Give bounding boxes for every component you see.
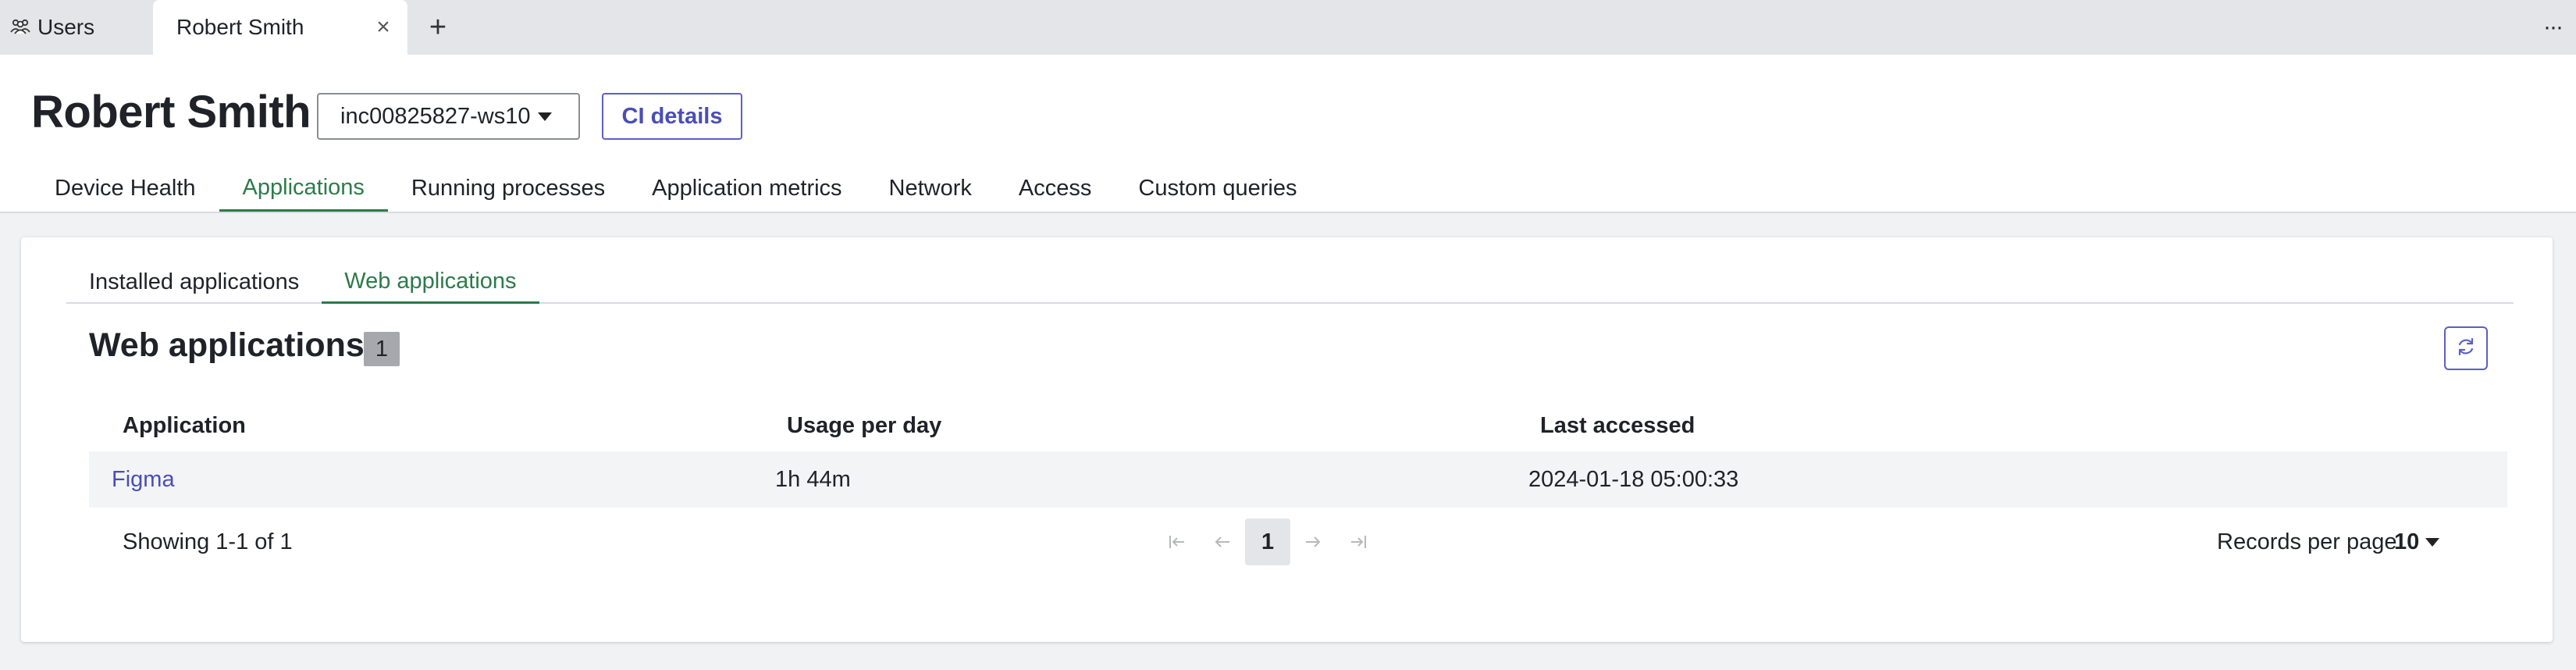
tab-application-metrics[interactable]: Application metrics	[628, 166, 865, 212]
web-applications-card: Installed applications Web applications …	[21, 237, 2553, 642]
tab-applications[interactable]: Applications	[219, 166, 388, 212]
tab-device-health[interactable]: Device Health	[31, 166, 219, 212]
tab-users[interactable]: Users	[9, 0, 110, 55]
first-page-icon[interactable]	[1155, 519, 1200, 565]
tab-custom-queries[interactable]: Custom queries	[1115, 166, 1320, 212]
page-title: Robert Smith	[31, 87, 311, 137]
page-header: Robert Smith inc00825827-ws10 CI details…	[0, 55, 2576, 213]
column-header-application[interactable]: Application	[123, 400, 246, 451]
page-1-button[interactable]: 1	[1245, 519, 1290, 565]
plus-icon[interactable]: +	[423, 12, 453, 42]
last-accessed-cell: 2024-01-18 05:00:33	[1528, 466, 1739, 492]
pagination: 1	[1155, 519, 1381, 565]
subtab-installed-applications[interactable]: Installed applications	[66, 261, 322, 304]
column-header-last-accessed[interactable]: Last accessed	[1540, 400, 1695, 451]
tab-users-label: Users	[37, 15, 95, 39]
more-horizontal-icon[interactable]: ···	[2537, 16, 2568, 39]
next-page-icon[interactable]	[1290, 519, 1336, 565]
tab-robert-smith-label: Robert Smith	[176, 15, 304, 39]
users-icon	[9, 15, 31, 40]
usage-per-day-cell: 1h 44m	[775, 466, 851, 492]
previous-page-icon[interactable]	[1200, 519, 1245, 565]
caret-down-icon	[538, 112, 553, 121]
tab-access[interactable]: Access	[995, 166, 1115, 212]
close-icon[interactable]: ×	[373, 16, 393, 39]
tab-robert-smith[interactable]: Robert Smith ×	[153, 0, 407, 55]
table-footer: Showing 1-1 of 1 1 Records per page 10	[89, 519, 2507, 565]
table-header: Application Usage per day Last accessed	[89, 400, 2507, 451]
ci-details-button[interactable]: CI details	[602, 93, 742, 140]
table-row: Figma 1h 44m 2024-01-18 05:00:33	[89, 451, 2507, 508]
refresh-icon	[2455, 336, 2477, 362]
web-applications-table: Application Usage per day Last accessed …	[89, 400, 2507, 508]
records-per-page-label: Records per page	[2217, 529, 2397, 554]
tab-running-processes[interactable]: Running processes	[388, 166, 628, 212]
records-per-page-select[interactable]: 10	[2394, 519, 2440, 565]
last-page-icon[interactable]	[1336, 519, 1381, 565]
refresh-button[interactable]	[2444, 326, 2488, 370]
subtab-web-applications[interactable]: Web applications	[322, 261, 539, 304]
device-select[interactable]: inc00825827-ws10	[317, 93, 580, 140]
section-title: Web applications	[89, 326, 365, 364]
column-header-usage-per-day[interactable]: Usage per day	[787, 400, 941, 451]
showing-count: Showing 1-1 of 1	[123, 529, 293, 554]
tab-network[interactable]: Network	[866, 166, 995, 212]
caret-down-icon	[2425, 537, 2440, 547]
browser-tab-strip: Users Robert Smith × + ···	[0, 0, 2576, 55]
main-tabs: Device Health Applications Running proce…	[31, 166, 1320, 212]
records-per-page-value: 10	[2394, 529, 2420, 554]
sub-tabs: Installed applications Web applications	[66, 261, 2514, 304]
count-badge: 1	[364, 332, 400, 366]
device-select-value: inc00825827-ws10	[340, 103, 531, 129]
application-link[interactable]: Figma	[112, 451, 175, 508]
